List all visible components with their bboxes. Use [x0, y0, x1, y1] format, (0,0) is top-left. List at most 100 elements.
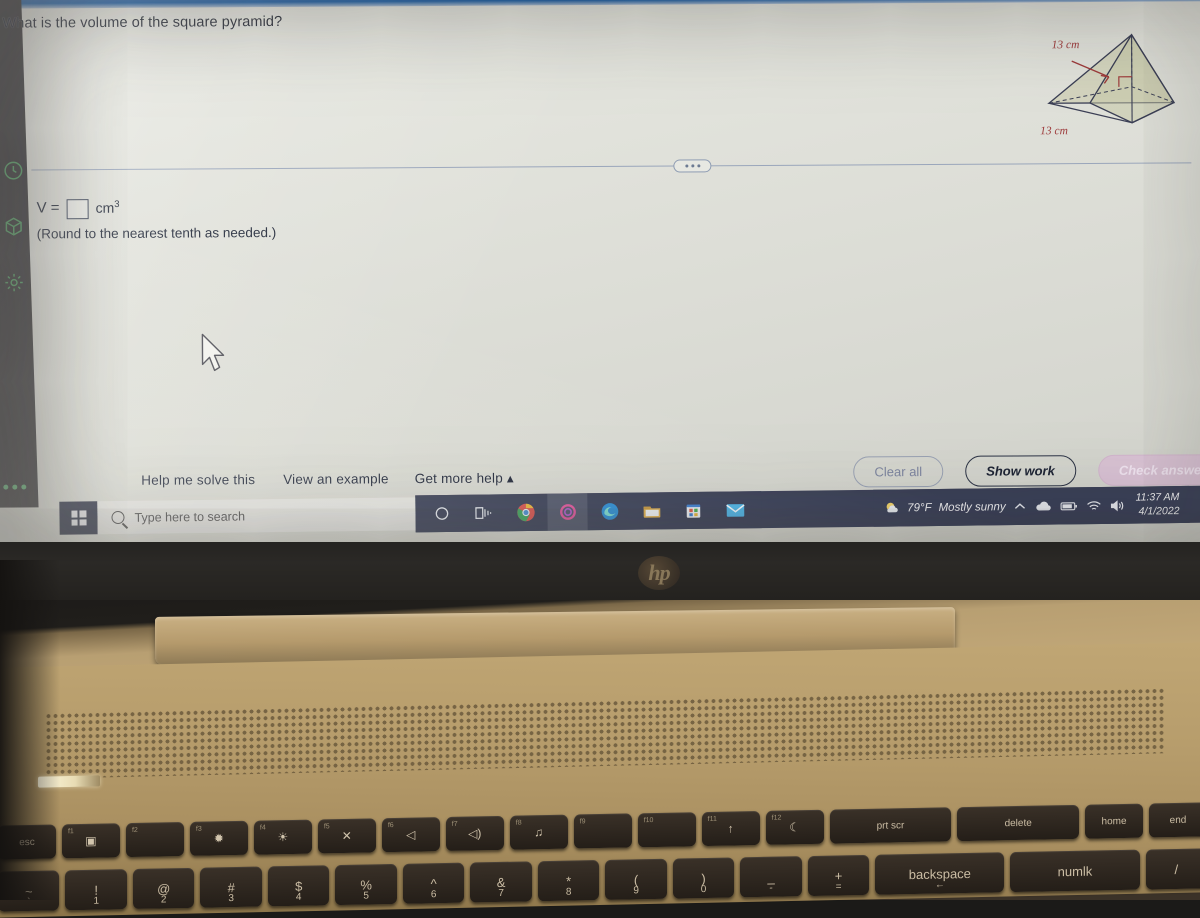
- wifi-icon[interactable]: [1087, 499, 1102, 511]
- key-f5[interactable]: f5 ✕: [317, 818, 376, 854]
- key-/[interactable]: /: [1145, 848, 1200, 890]
- key-f6[interactable]: f6 ◁: [381, 817, 440, 853]
- rail-icon-group: [0, 157, 34, 325]
- key-home[interactable]: home: [1085, 803, 1144, 839]
- pink-app-icon[interactable]: [547, 493, 588, 531]
- laptop-screen: What is the volume of the square pyramid…: [0, 0, 1200, 542]
- key-sublabel: 1: [93, 895, 99, 907]
- cortana-icon[interactable]: [421, 495, 461, 532]
- key-fn-label: f11: [707, 815, 717, 823]
- key-([interactable]: (9: [605, 858, 667, 900]
- key-f10[interactable]: f10: [637, 812, 696, 848]
- key-~[interactable]: ~ `: [0, 870, 60, 912]
- view-an-example-link[interactable]: View an example: [283, 471, 389, 488]
- keyboard-number-row[interactable]: ~ `! 1 @2 #3 $4% 5 ^ 6 & 7 * 8(9) 0 _ - + = backspace ← numl…: [0, 848, 1200, 912]
- divider-drag-handle[interactable]: [673, 159, 712, 173]
- key-f12[interactable]: f12 ☾: [765, 809, 824, 845]
- help-me-solve-this-link[interactable]: Help me solve this: [141, 472, 255, 489]
- figure-base-label: 13 cm: [1040, 125, 1068, 138]
- key-fn-label: f1: [67, 828, 74, 836]
- mouse-cursor: [199, 332, 229, 374]
- key-)[interactable]: ) 0: [672, 857, 735, 899]
- key-*[interactable]: * 8: [537, 860, 600, 902]
- show-hidden-icons-icon[interactable]: [1015, 502, 1026, 511]
- key-@[interactable]: @2: [132, 867, 195, 910]
- windows-taskbar: Type here to search 79°F Mostly sunny 11…: [17, 485, 1200, 540]
- key-label: ◁): [468, 826, 482, 841]
- key-^[interactable]: ^ 6: [402, 862, 465, 904]
- key-+[interactable]: + =: [807, 854, 870, 897]
- clear-all-button[interactable]: Clear all: [853, 455, 944, 488]
- key-label: ▣: [85, 833, 97, 848]
- key-label: delete: [1004, 817, 1032, 829]
- key-$[interactable]: $4: [267, 865, 330, 907]
- key-f8[interactable]: f8 ♫: [509, 814, 568, 850]
- screen-content: What is the volume of the square pyramid…: [0, 0, 1200, 542]
- show-work-button[interactable]: Show work: [965, 455, 1076, 487]
- microsoft-store-icon[interactable]: [673, 492, 713, 529]
- chrome-icon[interactable]: [505, 494, 545, 531]
- key-f1[interactable]: f1 ▣: [61, 823, 120, 859]
- key-fn-label: f2: [131, 826, 138, 835]
- tray-icons: [1015, 499, 1127, 512]
- key-label: ☀: [277, 830, 289, 845]
- key-f7[interactable]: f7 ◁): [445, 815, 504, 852]
- gear-settings-icon[interactable]: [1, 270, 27, 296]
- key-f9[interactable]: f9: [573, 813, 632, 849]
- key-![interactable]: ! 1: [65, 869, 127, 911]
- key-label: ♫: [534, 825, 544, 840]
- key-%[interactable]: % 5: [335, 863, 397, 906]
- key-f3[interactable]: f3 ✹: [189, 820, 248, 856]
- cube-3d-icon[interactable]: [1, 214, 27, 240]
- start-button[interactable]: [59, 501, 98, 535]
- file-explorer-icon[interactable]: [631, 492, 671, 529]
- key-fn-label: f7: [451, 820, 458, 828]
- key-numlk[interactable]: numlk: [1010, 849, 1140, 893]
- screen-bezel: [0, 538, 1200, 600]
- key-prt-scr[interactable]: prt scr: [829, 807, 952, 844]
- answer-input[interactable]: [66, 199, 89, 220]
- key-sublabel: 6: [430, 889, 437, 901]
- key-sublabel: `: [27, 896, 31, 909]
- mail-icon[interactable]: [715, 491, 755, 528]
- get-more-help-link[interactable]: Get more help ▴: [415, 471, 514, 488]
- key-end[interactable]: end: [1149, 802, 1200, 838]
- key-backspace[interactable]: backspace ←: [875, 852, 1005, 895]
- key-label: /: [1174, 861, 1179, 877]
- key-label: home: [1101, 815, 1127, 827]
- key-label: ✕: [341, 828, 352, 844]
- key-fn-label: f10: [643, 817, 654, 825]
- onedrive-cloud-icon[interactable]: [1035, 501, 1052, 512]
- answer-area: V = cm3 (Round to the nearest tenth as n…: [36, 198, 277, 242]
- check-answer-button[interactable]: Check answer: [1097, 454, 1200, 486]
- history-clock-icon[interactable]: [0, 158, 26, 184]
- weather-temperature: 79°F: [907, 501, 932, 514]
- key-#[interactable]: #3: [200, 866, 262, 908]
- key-_[interactable]: _ -: [740, 856, 802, 898]
- task-view-icon[interactable]: [463, 494, 503, 531]
- key-f4[interactable]: f4 ☀: [253, 819, 312, 855]
- battery-icon[interactable]: [1060, 501, 1078, 511]
- key-fn-label: f9: [579, 818, 586, 826]
- power-indicator-led: [38, 775, 100, 788]
- hp-brand-logo: hp: [638, 556, 680, 590]
- volume-icon[interactable]: [1111, 499, 1127, 511]
- help-links-row: Help me solve this View an example Get m…: [141, 471, 514, 489]
- weather-widget[interactable]: 79°F Mostly sunny: [883, 498, 1006, 516]
- taskbar-clock[interactable]: 11:37 AM 4/1/2022: [1135, 491, 1179, 518]
- edge-icon[interactable]: [589, 493, 629, 530]
- key-sublabel: 7: [498, 887, 504, 899]
- key-sublabel: 3: [228, 893, 234, 905]
- answer-prefix-label: V =: [36, 199, 60, 217]
- key-fn-label: f8: [515, 819, 522, 827]
- key-&[interactable]: & 7: [470, 861, 532, 903]
- key-f11[interactable]: f11 ↑: [701, 810, 760, 847]
- search-input[interactable]: Type here to search: [134, 509, 245, 524]
- key-f2[interactable]: f2: [125, 822, 184, 858]
- overflow-dots-icon[interactable]: [3, 484, 27, 490]
- taskbar-search-box[interactable]: Type here to search: [97, 497, 416, 535]
- key-sublabel: 4: [295, 891, 302, 903]
- key-delete[interactable]: delete: [957, 804, 1080, 842]
- key-esc[interactable]: esc: [0, 824, 56, 860]
- weather-description: Mostly sunny: [938, 500, 1006, 514]
